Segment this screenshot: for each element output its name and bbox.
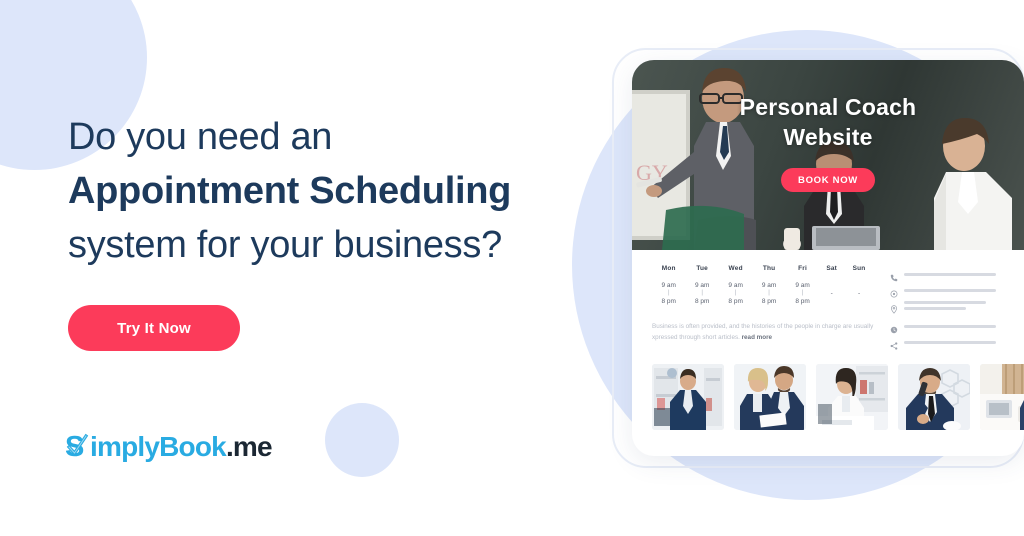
clock-icon: [890, 321, 904, 333]
close-fri: 8 pm: [795, 298, 810, 305]
open-mon: 9 am: [661, 282, 676, 289]
mockup-blurb: Business is often provided, and the hist…: [652, 321, 874, 343]
hero-content: Do you need an Appointment Scheduling sy…: [68, 110, 568, 351]
contact-row-phone[interactable]: [890, 266, 1006, 282]
schedule-hours-sun: -: [857, 290, 861, 297]
schedule-header-row: Mon Tue Wed Thu Fri Sat Sun: [652, 265, 874, 281]
checkmark-s-icon: S: [65, 431, 90, 463]
schedule-day-fri: Fri: [798, 265, 807, 272]
schedule-day-tue: Tue: [696, 265, 709, 272]
mockup-hero-title-line2: Website: [783, 124, 873, 150]
thumbnail-gallery: [632, 350, 1024, 430]
read-more-link[interactable]: read more: [742, 334, 772, 341]
contact-list: [874, 265, 1006, 350]
schedule-hours-wed: 9 am | 8 pm: [719, 281, 752, 306]
schedule-hours-fri: 9 am | 8 pm: [786, 281, 819, 306]
sep-mon: |: [667, 290, 670, 296]
schedule-hours-tue: 9 am | 8 pm: [685, 281, 718, 306]
schedule-day-wed: Wed: [728, 265, 743, 272]
close-wed: 8 pm: [728, 298, 743, 305]
schedule-day-thu: Thu: [762, 265, 776, 272]
logo-wordmark: implyBook.me: [90, 431, 273, 462]
logo-text-dotme: .me: [225, 431, 273, 462]
opening-hours-table: Mon Tue Wed Thu Fri Sat Sun 9 am | 8 pm …: [652, 265, 874, 306]
share-icon: [890, 337, 904, 350]
book-now-button[interactable]: BOOK NOW: [781, 168, 875, 192]
headline-line-1: Do you need an: [68, 116, 333, 158]
decorative-circle-small: [325, 403, 399, 477]
contact-row-website[interactable]: [890, 282, 1006, 298]
gallery-thumbnail[interactable]: [898, 364, 970, 430]
gallery-thumbnail[interactable]: [816, 364, 888, 430]
open-tue: 9 am: [694, 282, 710, 289]
mockup-hero-title: Personal Coach Website: [632, 92, 1024, 152]
contact-value-phone: [904, 272, 996, 276]
headline-line-2: Appointment Scheduling: [68, 170, 512, 212]
sep-wed: |: [734, 290, 737, 296]
address-line-2: [904, 307, 966, 310]
contact-value-address: [904, 301, 986, 310]
headline-line-3: system for your business?: [68, 224, 502, 266]
close-tue: 8 pm: [694, 298, 710, 305]
gallery-thumbnail[interactable]: [980, 364, 1024, 430]
simplybook-logo[interactable]: S implyBook.me: [65, 431, 273, 463]
schedule-hours-sat: -: [830, 290, 833, 297]
contact-value-hours: [904, 324, 996, 328]
phone-icon: [890, 269, 904, 281]
mockup-info-section: Mon Tue Wed Thu Fri Sat Sun 9 am | 8 pm …: [632, 250, 1024, 350]
open-thu: 9 am: [761, 282, 777, 289]
gallery-thumbnail[interactable]: [734, 364, 806, 430]
page-title: Do you need an Appointment Scheduling sy…: [68, 110, 568, 272]
globe-icon: [890, 285, 904, 297]
schedule-day-mon: Mon: [661, 265, 676, 272]
open-wed: 9 am: [728, 282, 743, 289]
sep-tue: |: [701, 290, 703, 296]
address-line-1: [904, 301, 986, 304]
contact-row-social[interactable]: [890, 334, 1006, 350]
schedule-day-sat: Sat: [826, 265, 838, 272]
schedule-hours-thu: 9 am | 8 pm: [752, 281, 785, 306]
website-mockup-card: GY Personal Coach Website BOOK NOW Mon T…: [632, 60, 1024, 456]
sep-thu: |: [768, 290, 770, 296]
open-fri: 9 am: [795, 282, 810, 289]
schedule-block: Mon Tue Wed Thu Fri Sat Sun 9 am | 8 pm …: [652, 265, 874, 350]
contact-value-social: [904, 340, 996, 344]
sep-fri: |: [801, 290, 804, 296]
schedule-hours-row: 9 am | 8 pm 9 am | 8 pm 9 am | 8 pm 9 am…: [652, 281, 874, 306]
contact-row-hours[interactable]: [890, 318, 1006, 334]
close-thu: 8 pm: [761, 298, 777, 305]
schedule-day-sun: Sun: [852, 265, 866, 272]
seated-person-photo: [783, 141, 880, 250]
close-mon: 8 pm: [661, 298, 676, 305]
logo-text-simplybook: implyBook: [90, 431, 227, 462]
schedule-hours-mon: 9 am | 8 pm: [652, 281, 685, 306]
contact-row-address[interactable]: [890, 298, 1006, 318]
mockup-hero-title-line1: Personal Coach: [739, 94, 917, 120]
mockup-hero-banner: GY Personal Coach Website BOOK NOW: [632, 60, 1024, 250]
gallery-thumbnail[interactable]: [652, 364, 724, 430]
try-it-now-button[interactable]: Try It Now: [68, 305, 240, 351]
contact-value-website: [904, 288, 996, 292]
location-pin-icon: [890, 301, 904, 314]
